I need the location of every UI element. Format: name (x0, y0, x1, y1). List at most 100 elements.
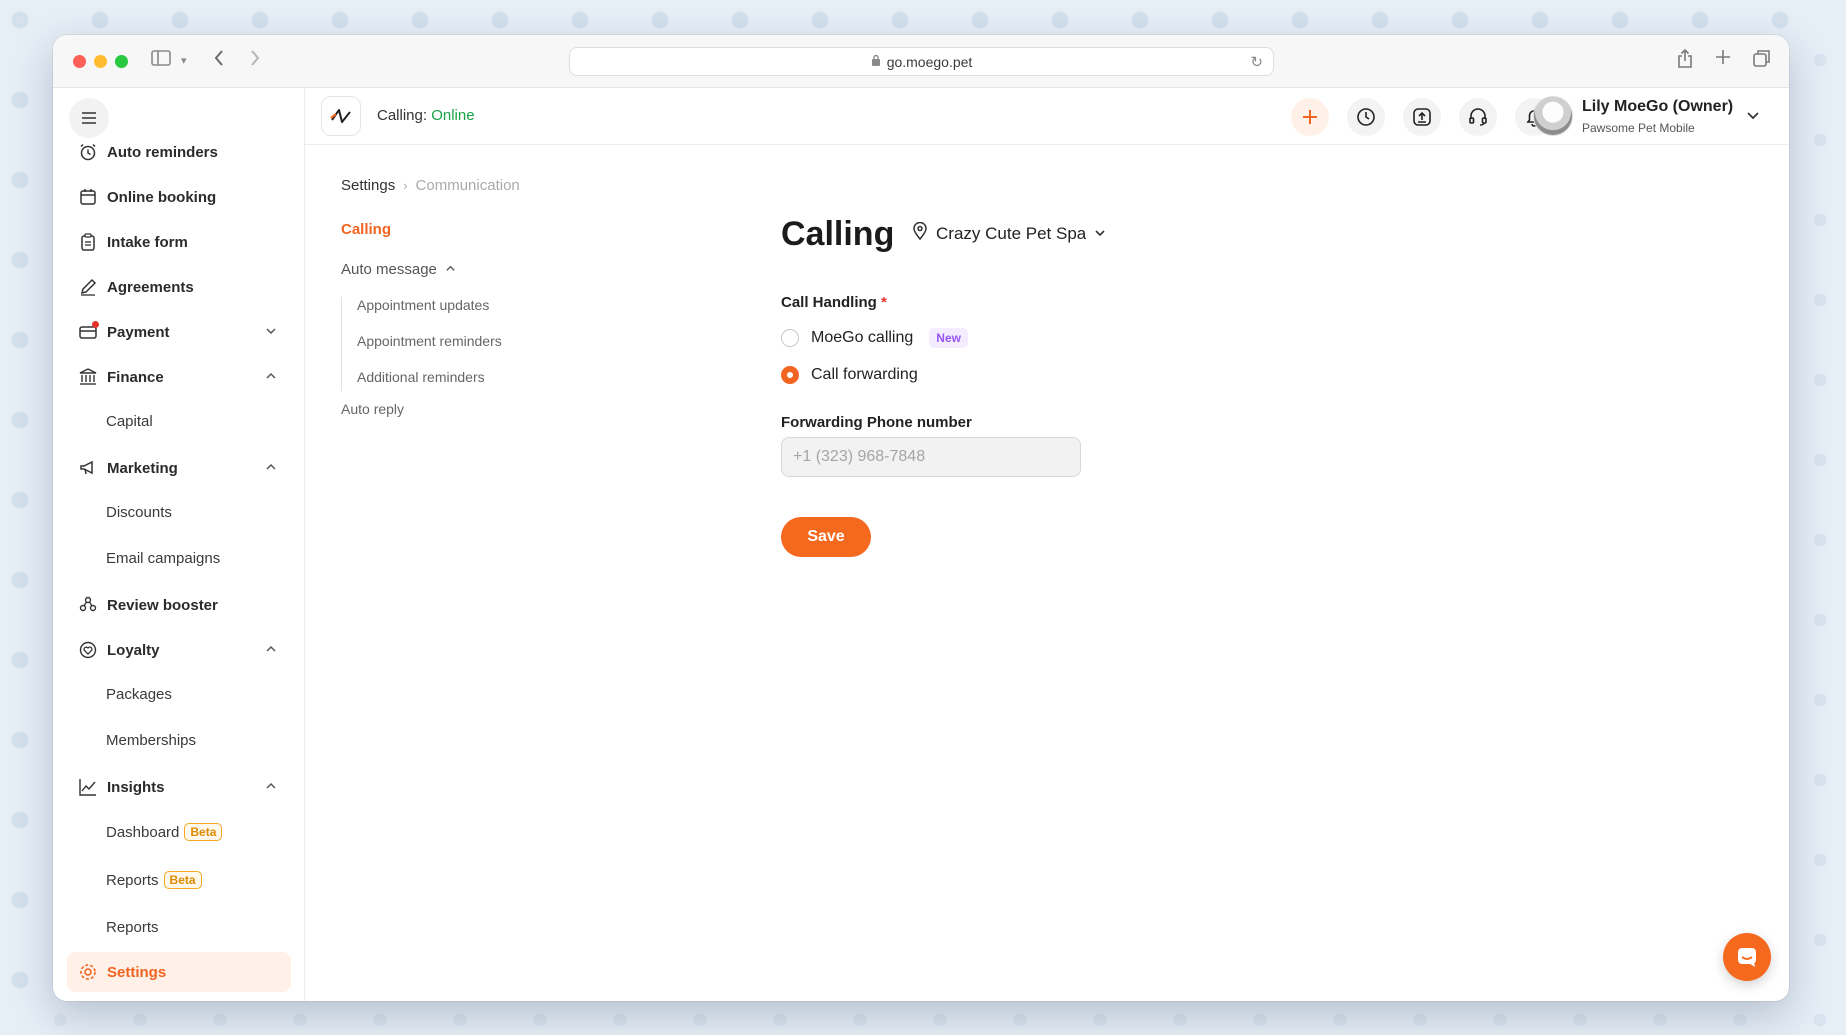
radio-button[interactable] (781, 329, 799, 347)
upload-icon (1413, 108, 1431, 126)
subnav-auto-reply[interactable]: Auto reply (341, 401, 404, 417)
back-icon[interactable] (213, 49, 225, 73)
sidebar-item-marketing[interactable]: Marketing (67, 450, 291, 486)
radio-call-forwarding[interactable]: Call forwarding (781, 366, 918, 384)
gear-icon (77, 961, 99, 983)
sidebar-item-dashboard[interactable]: Dashboard Beta (106, 817, 223, 847)
sidebar-item-label: Agreements (107, 278, 194, 296)
sidebar-item-payment[interactable]: Payment (67, 314, 291, 350)
sidebar-item-reports-beta[interactable]: Reports Beta (106, 865, 202, 895)
line-chart-icon (77, 776, 99, 798)
subnav-auto-message[interactable]: Auto message (341, 261, 456, 278)
location-pin-icon (912, 221, 928, 245)
reload-icon[interactable]: ↻ (1250, 53, 1263, 71)
upload-button[interactable] (1403, 98, 1441, 136)
subnav-appointment-reminders[interactable]: Appointment reminders (357, 333, 502, 349)
plus-icon (1303, 110, 1317, 124)
subnav-calling[interactable]: Calling (341, 221, 391, 238)
support-button[interactable] (1459, 98, 1497, 136)
browser-window: ▾ go.moego.pet ↻ Auto reminders Online b… (53, 35, 1789, 1001)
sidebar-item-finance[interactable]: Finance (67, 359, 291, 395)
sidebar-item-label: Review booster (107, 596, 218, 614)
hamburger-icon (82, 112, 96, 124)
radio-button-checked[interactable] (781, 366, 799, 384)
chevron-down-icon[interactable]: ▾ (181, 49, 187, 73)
call-handling-label: Call Handling * (781, 294, 887, 311)
required-mark: * (881, 294, 887, 311)
sidebar: Auto reminders Online booking Intake for… (53, 88, 305, 1001)
people-network-icon (77, 594, 99, 616)
sidebar-item-label: Online booking (107, 188, 217, 206)
sidebar-item-intake-form[interactable]: Intake form (67, 224, 291, 260)
user-name[interactable]: Lily MoeGo (Owner) (1582, 98, 1733, 116)
headset-icon (1469, 108, 1487, 126)
sidebar-item-packages[interactable]: Packages (106, 679, 172, 709)
sidebar-item-email-campaigns[interactable]: Email campaigns (106, 543, 220, 573)
subnav-additional-reminders[interactable]: Additional reminders (357, 369, 485, 385)
radio-moego-calling[interactable]: MoeGo calling New (781, 328, 968, 348)
calling-logo[interactable] (321, 96, 361, 136)
chevron-down-icon (1094, 224, 1106, 244)
forwarding-phone-label: Forwarding Phone number (781, 414, 972, 431)
close-window-button[interactable] (73, 55, 86, 68)
url-text: go.moego.pet (886, 53, 973, 70)
sidebar-item-label: Finance (107, 368, 164, 386)
lock-icon (871, 54, 881, 70)
sidebar-item-label: Insights (107, 778, 165, 796)
sidebar-item-insights[interactable]: Insights (67, 769, 291, 805)
sidebar-item-auto-reminders[interactable]: Auto reminders (67, 134, 291, 170)
beta-badge: Beta (184, 823, 223, 841)
clock-button[interactable] (1347, 98, 1385, 136)
sidebar-item-agreements[interactable]: Agreements (67, 269, 291, 305)
forward-icon[interactable] (249, 49, 261, 73)
chevron-down-icon[interactable] (1746, 108, 1760, 127)
call-handling-text: Call Handling (781, 294, 877, 311)
sidebar-item-capital[interactable]: Capital (106, 406, 153, 436)
sidebar-item-discounts[interactable]: Discounts (106, 497, 172, 527)
save-button[interactable]: Save (781, 517, 871, 557)
location-name: Crazy Cute Pet Spa (936, 223, 1087, 243)
minimize-window-button[interactable] (94, 55, 107, 68)
sidebar-item-label: Intake form (107, 233, 188, 251)
clipboard-icon (77, 231, 99, 253)
breadcrumb-settings[interactable]: Settings (341, 177, 395, 194)
forwarding-phone-input[interactable] (781, 437, 1081, 477)
chevron-up-icon (445, 261, 456, 278)
page-title: Calling (781, 215, 895, 253)
bank-icon (77, 366, 99, 388)
sidebar-item-settings[interactable]: Settings (67, 952, 291, 992)
new-tab-icon[interactable] (1715, 49, 1731, 74)
subnav-appointment-updates[interactable]: Appointment updates (357, 297, 489, 313)
share-icon[interactable] (1677, 48, 1693, 74)
alarm-clock-icon (77, 141, 99, 163)
chat-support-button[interactable] (1723, 933, 1771, 981)
maximize-window-button[interactable] (115, 55, 128, 68)
chevron-up-icon (265, 642, 277, 659)
subnav-auto-message-label: Auto message (341, 261, 437, 278)
sidebar-item-review-booster[interactable]: Review booster (67, 587, 291, 623)
subnav-divider (341, 297, 342, 391)
menu-toggle-button[interactable] (69, 98, 109, 138)
window-controls (73, 55, 128, 68)
sidebar-item-label: Auto reminders (107, 143, 218, 161)
sidebar-item-label: Reports (106, 871, 159, 889)
business-name: Pawsome Pet Mobile (1582, 121, 1695, 135)
sidebar-item-label: Dashboard (106, 823, 180, 841)
calling-status: Calling: Online (377, 107, 475, 124)
chevron-down-icon (265, 324, 277, 341)
avatar[interactable] (1533, 96, 1573, 136)
chevron-right-icon: › (403, 178, 408, 193)
breadcrumb: Settings › Communication (341, 177, 520, 194)
location-select[interactable]: Crazy Cute Pet Spa (912, 221, 1106, 245)
app-header: Calling: Online Lily MoeGo (Owner) Pawso… (305, 88, 1789, 145)
sidebar-item-online-booking[interactable]: Online booking (67, 179, 291, 215)
moego-logo-icon (330, 109, 351, 123)
chat-icon (1738, 948, 1756, 967)
tabs-overview-icon[interactable] (1753, 49, 1771, 74)
sidebar-toggle-icon[interactable] (151, 49, 171, 73)
sidebar-item-memberships[interactable]: Memberships (106, 725, 196, 755)
address-bar[interactable]: go.moego.pet ↻ (569, 47, 1274, 76)
sidebar-item-loyalty[interactable]: Loyalty (67, 632, 291, 668)
sidebar-item-reports[interactable]: Reports (106, 912, 159, 942)
quick-add-button[interactable] (1291, 98, 1329, 136)
